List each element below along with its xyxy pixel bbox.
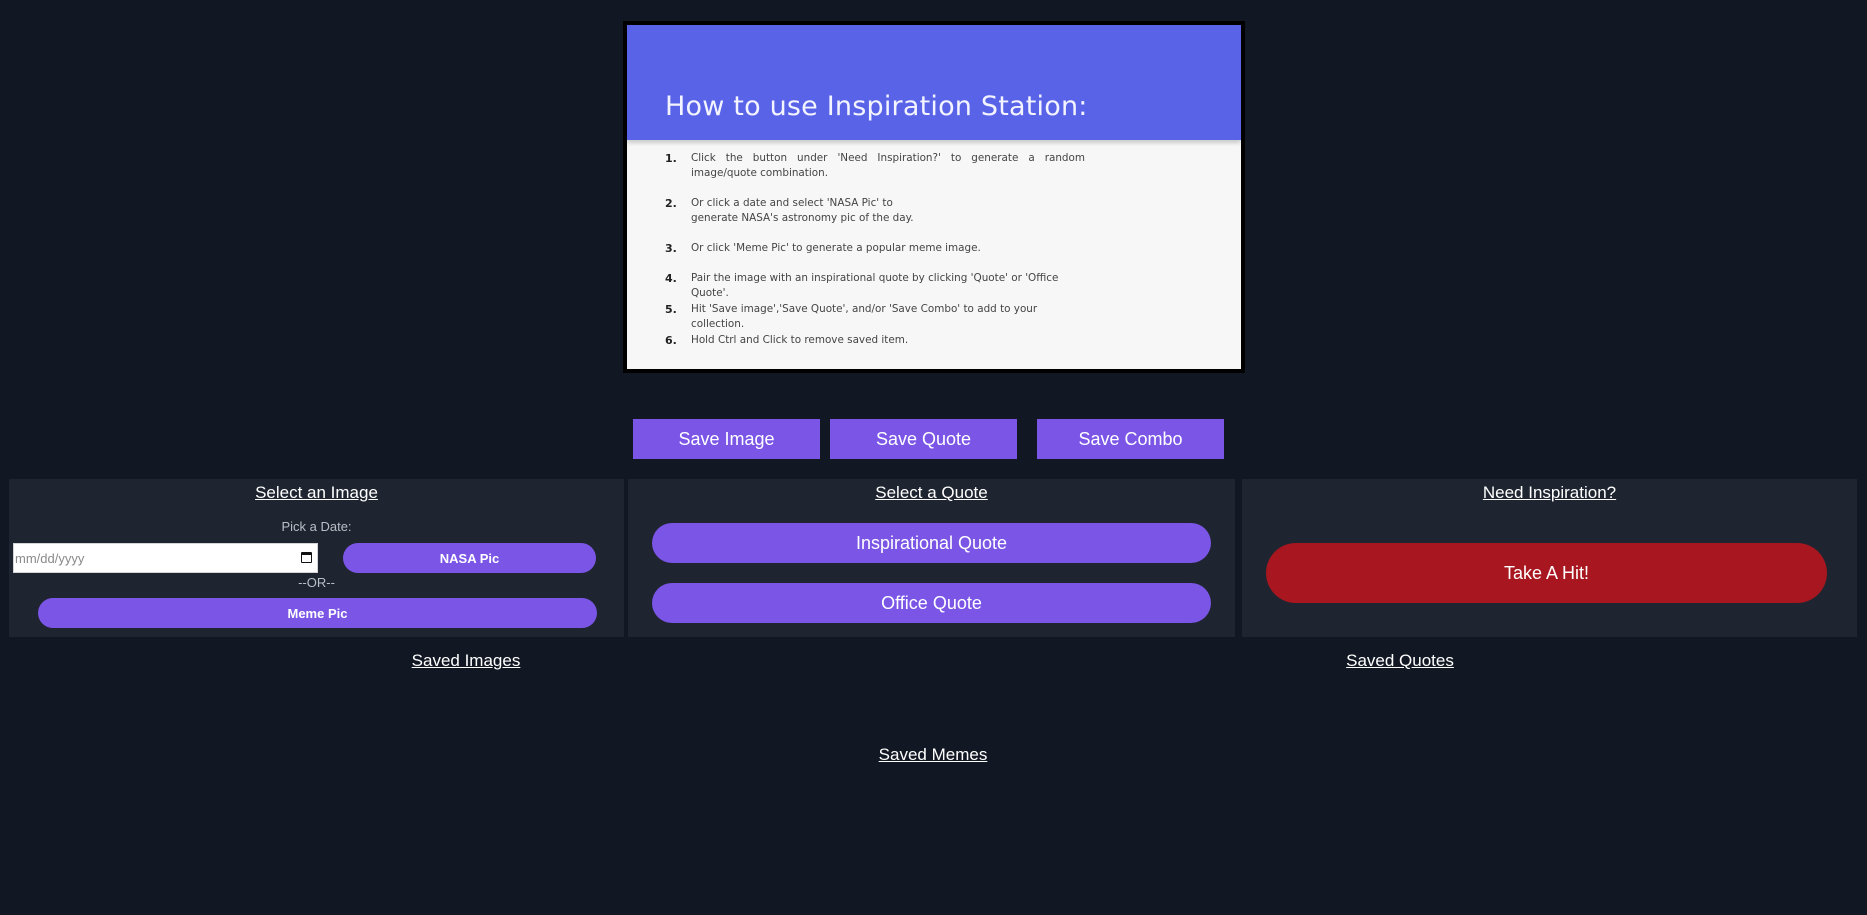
- saved-quotes-heading: Saved Quotes: [1346, 651, 1454, 670]
- select-quote-title: Select a Quote: [875, 483, 988, 502]
- instruction-step: 1. Click the button under 'Need Inspirat…: [665, 151, 1085, 181]
- instruction-step: 2. Or click a date and select 'NASA Pic'…: [665, 196, 935, 226]
- instruction-step: 5. Hit 'Save image','Save Quote', and/or…: [665, 302, 1085, 332]
- save-image-button[interactable]: Save Image: [633, 419, 820, 459]
- date-placeholder: mm/dd/yyyy: [15, 551, 85, 566]
- step-text: Hold Ctrl and Click to remove saved item…: [691, 334, 909, 346]
- need-inspiration-panel: Need Inspiration? Take A Hit!: [1242, 479, 1857, 637]
- step-text: Click the button under 'Need Inspiration…: [691, 152, 1085, 179]
- slide-title: How to use Inspiration Station:: [665, 91, 1088, 122]
- instruction-step: 6. Hold Ctrl and Click to remove saved i…: [665, 333, 908, 348]
- step-number: 4.: [665, 272, 677, 285]
- step-text: Pair the image with an inspirational quo…: [691, 272, 1059, 299]
- select-image-title: Select an Image: [255, 483, 378, 502]
- calendar-icon[interactable]: [301, 552, 312, 563]
- instructions-slide: How to use Inspiration Station: 1. Click…: [627, 25, 1241, 369]
- select-quote-panel: Select a Quote Inspirational Quote Offic…: [628, 479, 1235, 637]
- date-input[interactable]: mm/dd/yyyy: [13, 543, 318, 573]
- saved-memes-heading: Saved Memes: [878, 745, 988, 764]
- step-number: 5.: [665, 303, 677, 316]
- need-inspiration-title: Need Inspiration?: [1482, 483, 1617, 502]
- saved-images-heading: Saved Images: [411, 651, 521, 670]
- inspirational-quote-button[interactable]: Inspirational Quote: [652, 523, 1211, 563]
- step-number: 2.: [665, 197, 677, 210]
- instruction-step: 4. Pair the image with an inspirational …: [665, 271, 1085, 301]
- app-root: How to use Inspiration Station: 1. Click…: [0, 0, 1867, 915]
- select-image-panel: Select an Image Pick a Date: mm/dd/yyyy …: [9, 479, 624, 637]
- step-number: 6.: [665, 334, 677, 347]
- step-text: Or click 'Meme Pic' to generate a popula…: [691, 242, 981, 254]
- take-a-hit-button[interactable]: Take A Hit!: [1266, 543, 1827, 603]
- instruction-step: 3. Or click 'Meme Pic' to generate a pop…: [665, 241, 981, 256]
- date-label: Pick a Date:: [281, 519, 352, 534]
- save-quote-button[interactable]: Save Quote: [830, 419, 1017, 459]
- office-quote-button[interactable]: Office Quote: [652, 583, 1211, 623]
- nasa-pic-button[interactable]: NASA Pic: [343, 543, 596, 573]
- step-text: Hit 'Save image','Save Quote', and/or 'S…: [691, 303, 1038, 330]
- or-divider: --OR--: [298, 575, 335, 590]
- save-combo-button[interactable]: Save Combo: [1037, 419, 1224, 459]
- instructions-image: How to use Inspiration Station: 1. Click…: [623, 21, 1245, 373]
- meme-pic-button[interactable]: Meme Pic: [38, 598, 597, 628]
- step-number: 3.: [665, 242, 677, 255]
- step-text: Or click a date and select 'NASA Pic' to…: [691, 197, 914, 224]
- slide-header: How to use Inspiration Station:: [627, 25, 1241, 140]
- step-number: 1.: [665, 152, 677, 165]
